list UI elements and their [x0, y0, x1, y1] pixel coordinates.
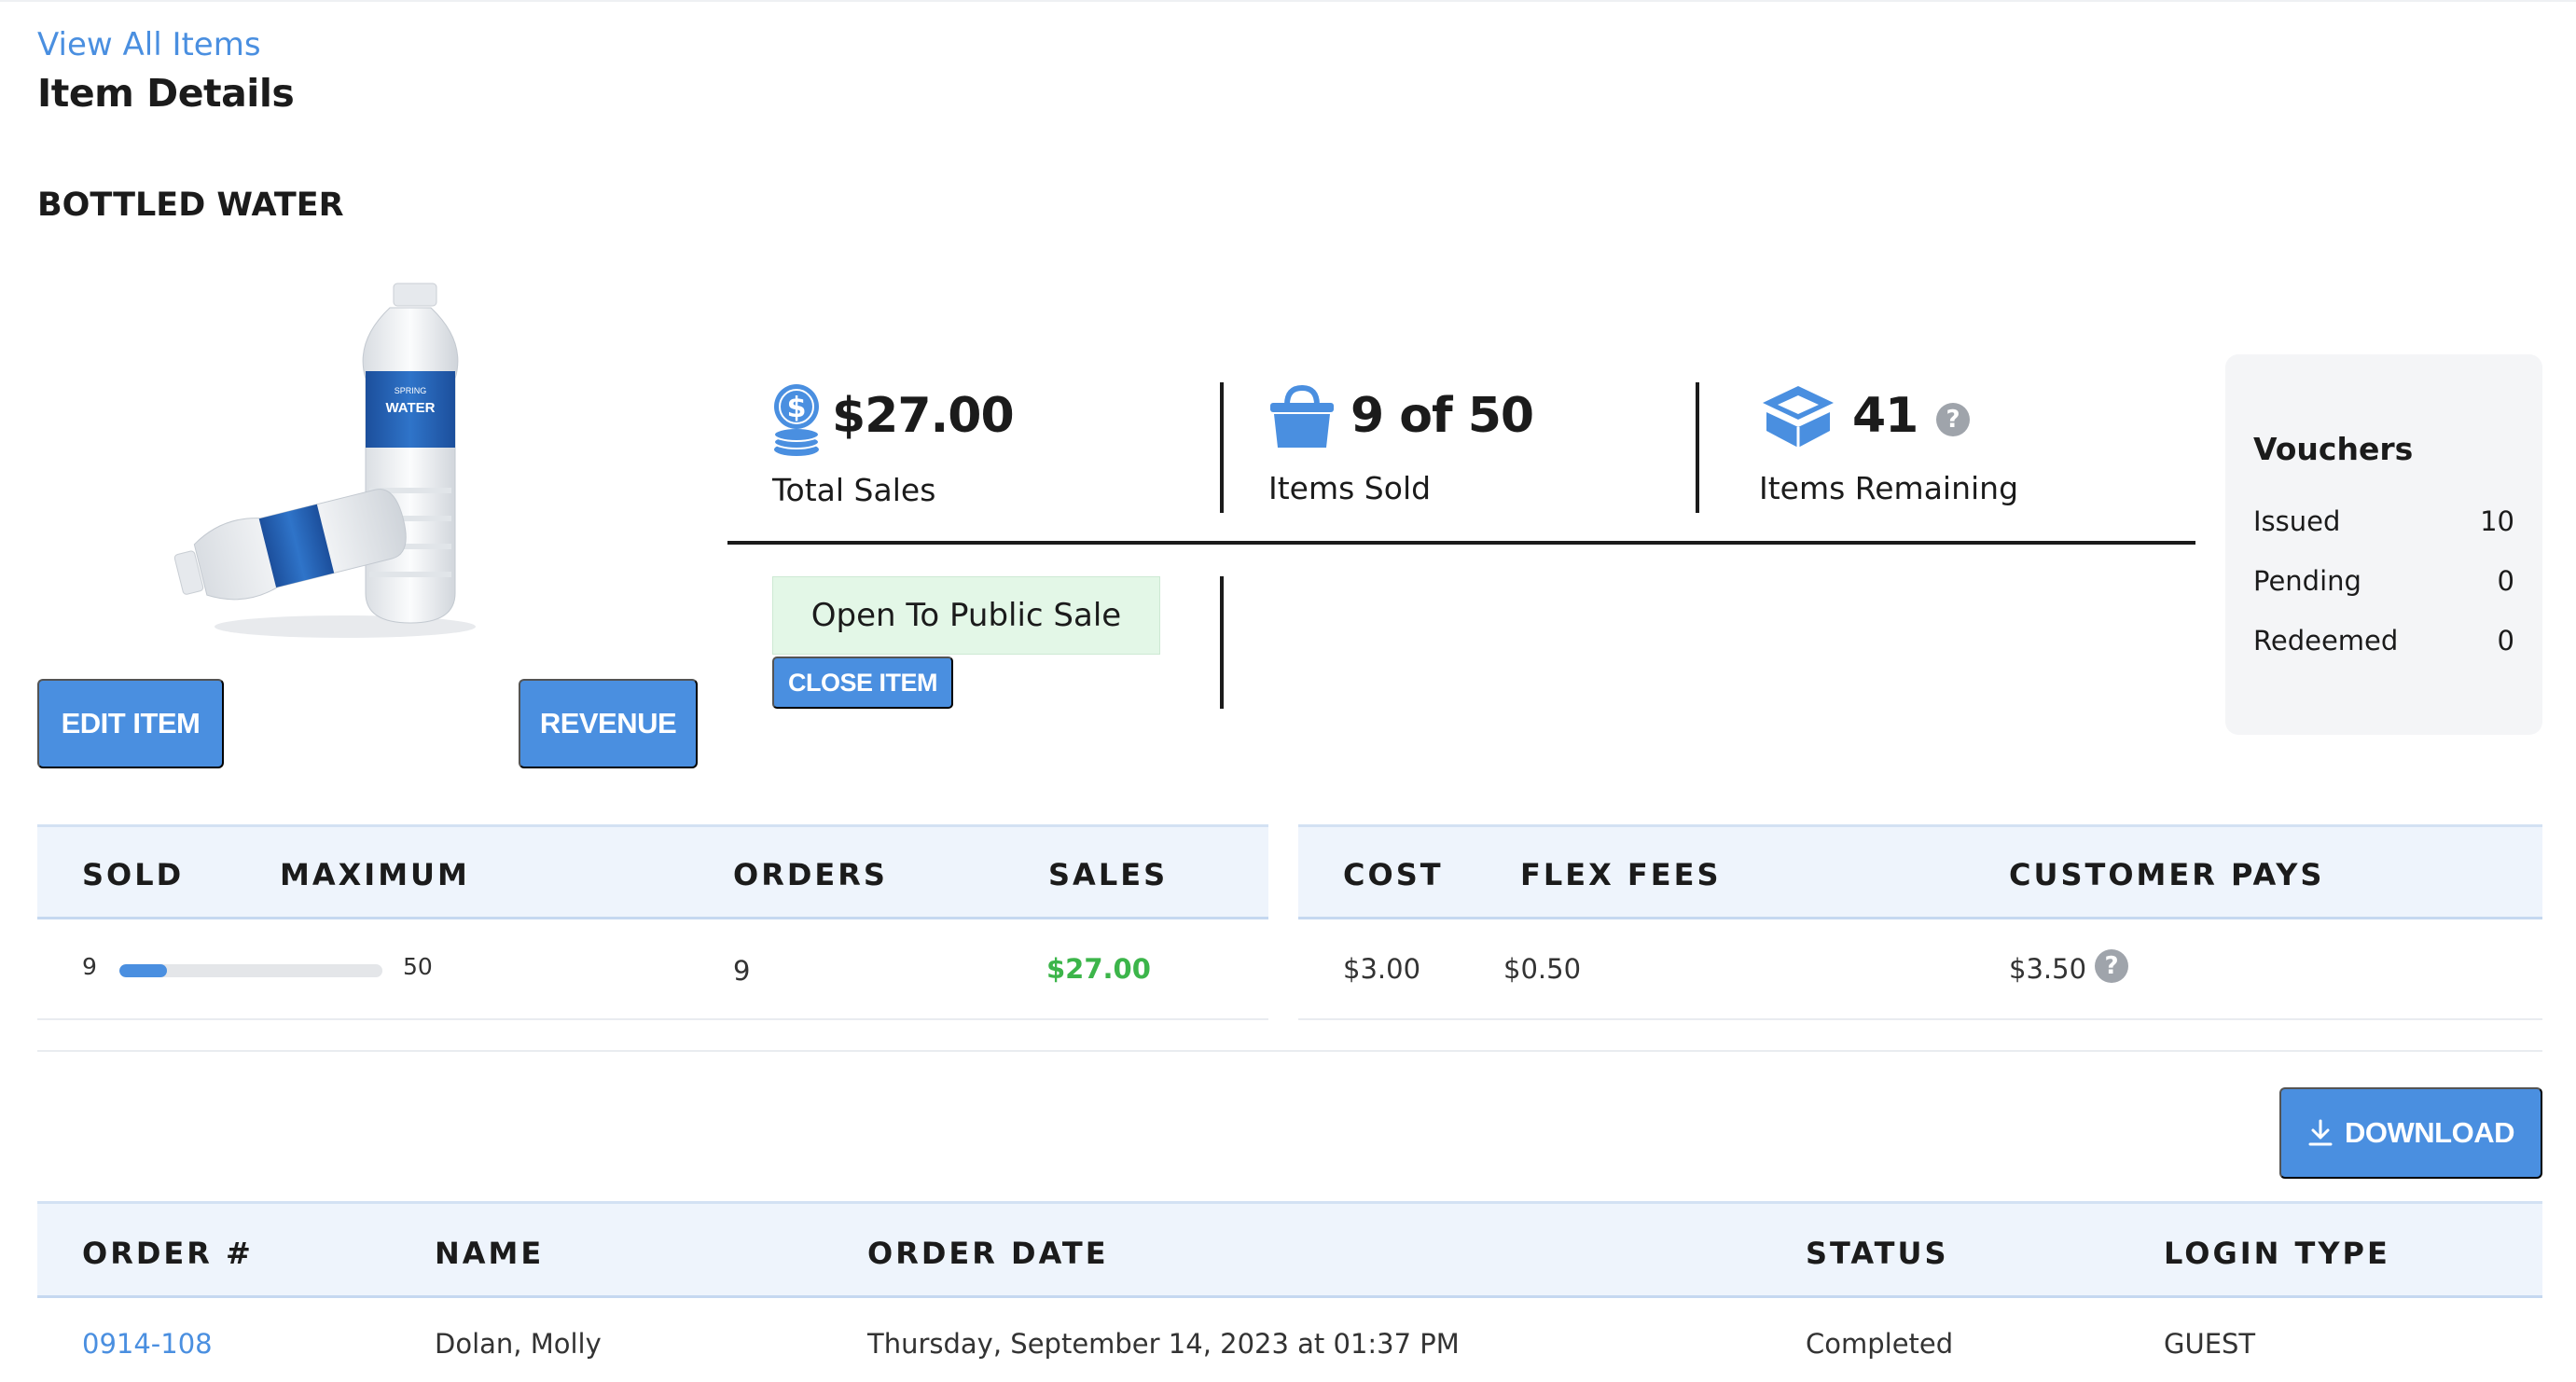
status-divider — [1220, 576, 1224, 709]
column-header-sold: SOLD — [82, 857, 185, 892]
voucher-value: 10 — [2480, 505, 2514, 537]
order-date: Thursday, September 14, 2023 at 01:37 PM — [867, 1328, 1460, 1360]
svg-text:$: $ — [787, 392, 807, 424]
vouchers-panel: Vouchers Issued 10 Pending 0 Redeemed 0 — [2225, 354, 2542, 735]
help-icon[interactable]: ? — [1936, 403, 1970, 436]
revenue-button[interactable]: REVENUE — [519, 679, 698, 768]
stat-divider — [1696, 382, 1699, 513]
column-header-sales: SALES — [1048, 857, 1169, 892]
box-icon — [1763, 386, 1834, 448]
stat-divider — [1220, 382, 1224, 513]
customer-pays-value: $3.50 — [2009, 953, 2087, 985]
download-button[interactable]: DOWNLOAD — [2279, 1087, 2542, 1179]
voucher-row-pending: Pending 0 — [2253, 565, 2514, 597]
column-header-orders: ORDERS — [733, 857, 888, 892]
row-divider — [37, 1018, 1268, 1020]
page-title: Item Details — [37, 71, 295, 116]
close-item-button[interactable]: CLOSE ITEM — [772, 656, 953, 709]
voucher-value: 0 — [2497, 565, 2514, 597]
sold-progress-fill — [119, 964, 167, 977]
voucher-label: Redeemed — [2253, 625, 2399, 656]
bottle-label-large: WATER — [385, 400, 435, 416]
coins-dollar-icon: $ — [773, 384, 820, 456]
total-sales-value: $27.00 — [832, 388, 1015, 444]
orders-table-header: ORDER # NAME ORDER DATE STATUS LOGIN TYP… — [37, 1201, 2542, 1298]
items-remaining-label: Items Remaining — [1759, 470, 2019, 506]
download-label: DOWNLOAD — [2345, 1116, 2514, 1149]
order-login-type: GUEST — [2164, 1328, 2256, 1360]
order-number-link[interactable]: 0914-108 — [82, 1328, 213, 1360]
edit-item-button[interactable]: EDIT ITEM — [37, 679, 224, 768]
order-name: Dolan, Molly — [435, 1328, 602, 1360]
sales-table-header: SOLD MAXIMUM ORDERS SALES — [37, 824, 1268, 919]
sale-status-badge: Open To Public Sale — [772, 576, 1160, 655]
bottle-label-small: SPRING — [395, 386, 427, 395]
help-icon[interactable]: ? — [2095, 949, 2128, 983]
top-border — [0, 0, 2576, 2]
maximum-value: 50 — [403, 953, 433, 980]
column-header-order-number: ORDER # — [82, 1236, 254, 1271]
orders-value: 9 — [733, 955, 751, 987]
section-divider — [37, 1050, 2542, 1052]
cost-value: $3.00 — [1343, 953, 1421, 985]
download-icon — [2308, 1119, 2333, 1146]
sold-value: 9 — [82, 953, 97, 980]
items-sold-label: Items Sold — [1268, 470, 1432, 506]
voucher-row-issued: Issued 10 — [2253, 505, 2514, 537]
items-remaining-value: 41 — [1852, 388, 1918, 444]
voucher-row-redeemed: Redeemed 0 — [2253, 625, 2514, 656]
product-image: SPRING WATER — [173, 283, 476, 638]
voucher-value: 0 — [2497, 625, 2514, 656]
column-header-order-date: ORDER DATE — [867, 1236, 1109, 1271]
flex-fees-value: $0.50 — [1503, 953, 1582, 985]
vouchers-title: Vouchers — [2253, 431, 2414, 467]
column-header-status: STATUS — [1806, 1236, 1949, 1271]
pricing-table-header: COST FLEX FEES CUSTOMER PAYS — [1298, 824, 2542, 919]
column-header-cost: COST — [1343, 857, 1444, 892]
view-all-items-link[interactable]: View All Items — [37, 26, 261, 63]
sales-value: $27.00 — [1046, 953, 1151, 985]
item-name: BOTTLED WATER — [37, 187, 344, 224]
basket-icon — [1270, 384, 1334, 448]
column-header-name: NAME — [435, 1236, 545, 1271]
column-header-customer-pays: CUSTOMER PAYS — [2009, 857, 2325, 892]
order-status: Completed — [1806, 1328, 1954, 1360]
column-header-maximum: MAXIMUM — [280, 857, 470, 892]
column-header-flex-fees: FLEX FEES — [1520, 857, 1722, 892]
voucher-label: Pending — [2253, 565, 2361, 597]
items-sold-value: 9 of 50 — [1350, 388, 1534, 444]
voucher-label: Issued — [2253, 505, 2341, 537]
total-sales-label: Total Sales — [772, 472, 936, 508]
row-divider — [1298, 1018, 2542, 1020]
stats-separator — [727, 541, 2195, 545]
column-header-login-type: LOGIN TYPE — [2164, 1236, 2390, 1271]
sold-progress-bar — [119, 964, 382, 977]
